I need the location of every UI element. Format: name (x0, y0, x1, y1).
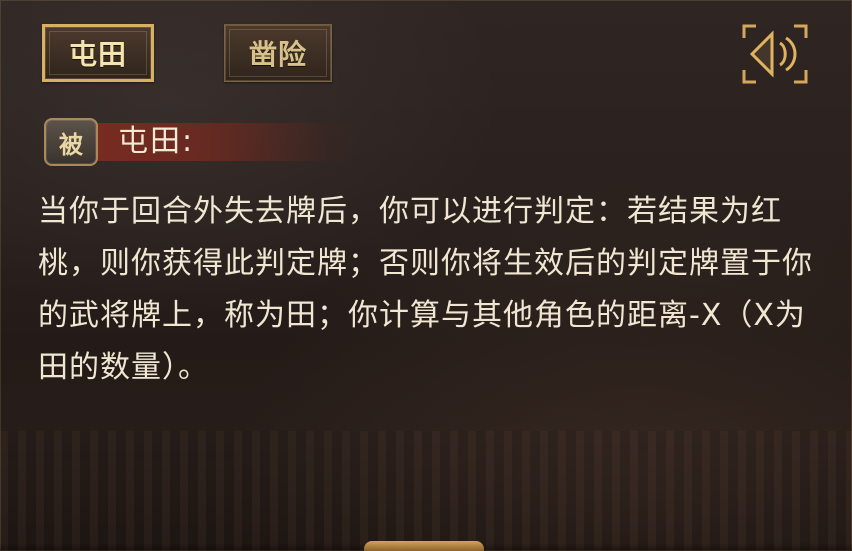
sound-icon (742, 24, 808, 84)
background-ornament (0, 431, 852, 551)
tab-tuntian[interactable]: 屯田 (42, 24, 154, 82)
tab-label: 凿险 (248, 38, 307, 71)
skill-header: 被 屯田: (44, 118, 358, 166)
skill-description: 当你于回合外失去牌后，你可以进行判定：若结果为红桃，则你获得此判定牌；否则你将生… (38, 194, 813, 385)
skill-detail-panel: 屯田 凿险 被 屯田: 当你于回合外失去牌后，你可以进行判定：若结果为红桃，则你… (0, 0, 852, 551)
passive-badge: 被 (44, 118, 98, 166)
tab-zaoxian[interactable]: 凿险 (224, 24, 332, 82)
tab-label: 屯田 (68, 38, 127, 71)
sound-button[interactable] (738, 22, 812, 86)
passive-badge-label: 被 (59, 130, 83, 159)
skill-title: 屯田: (118, 124, 195, 159)
bottom-emblem (364, 541, 484, 551)
